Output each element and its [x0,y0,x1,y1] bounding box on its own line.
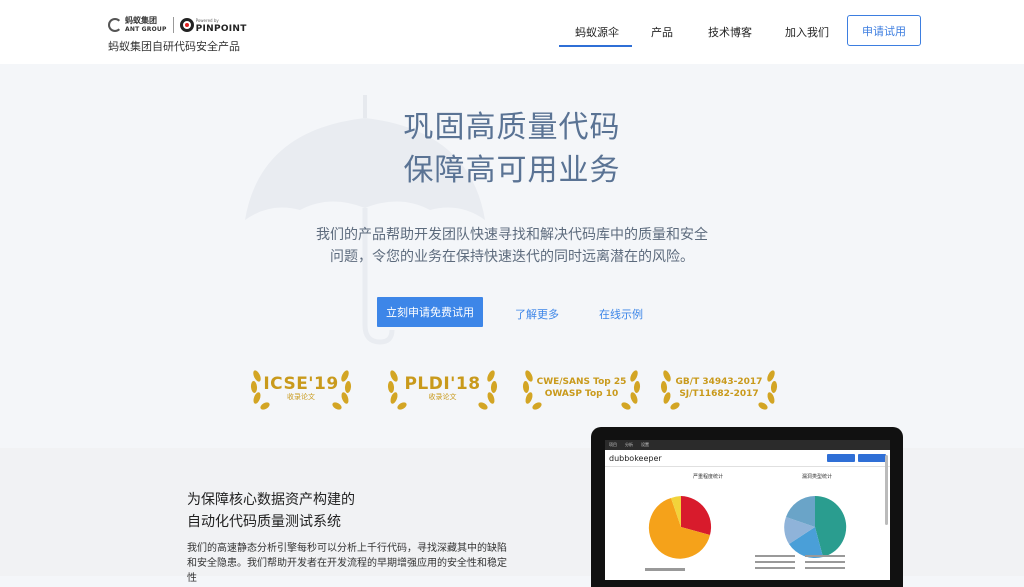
nav-item-home[interactable]: 蚂蚁源伞 [575,24,619,40]
badge-cwe: CWE/SANS Top 25 OWASP Top 10 [520,366,643,410]
brand-logo[interactable]: 蚂蚁集团 ANT GROUP Powered by PINPOINT 蚂蚁集团自… [108,16,247,54]
online-demo-link[interactable]: 在线示例 [599,306,643,322]
feature-title-line1: 为保障核心数据资产构建的 [187,492,355,508]
hero-description-line1: 我们的产品帮助开发团队快速寻找和解决代码库中的质量和安全 [316,227,708,243]
nav-active-indicator [559,45,632,47]
badge-cwe-line2: OWASP Top 10 [544,389,619,399]
nav-item-products[interactable]: 产品 [651,24,673,40]
logo-divider [172,17,174,33]
hero-title-line2: 保障高可用业务 [403,153,621,188]
free-trial-button[interactable]: 立刻申请免费试用 [377,297,483,327]
badge-gb-standard: GB/T 34943-2017 SJ/T11682-2017 [658,366,780,410]
top-header: 蚂蚁集团 ANT GROUP Powered by PINPOINT 蚂蚁集团自… [0,0,1024,64]
badge-cwe-line1: CWE/SANS Top 25 [536,377,627,387]
badge-icse: ICSE'19 收录论文 [248,366,354,410]
nav-item-join[interactable]: 加入我们 [785,24,829,40]
badge-icse-title: ICSE'19 [263,373,339,394]
hero-title-line1: 巩固高质量代码 [403,110,621,145]
product-screenshot: 项目 分析 设置 dubbokeeper 严重程度统计 漏洞类型统计 [605,440,890,580]
ant-group-logo-icon [108,18,122,32]
ant-logo-cn: 蚂蚁集团 [125,16,157,25]
pinpoint-logo-icon [179,18,194,32]
hero-description-line2: 问题，令您的业务在保持快速迭代的同时远离潜在的风险。 [330,249,694,265]
logo-subtitle: 蚂蚁集团自研代码安全产品 [108,40,240,53]
nav-item-blog[interactable]: 技术博客 [708,24,752,40]
badge-gb-line2: SJ/T11682-2017 [679,389,759,399]
badge-icse-sub: 收录论文 [287,392,315,401]
badge-pldi-title: PLDI'18 [404,373,481,394]
learn-more-link[interactable]: 了解更多 [515,306,559,322]
apply-trial-button[interactable]: 申请试用 [847,15,921,46]
badge-gb-line1: GB/T 34943-2017 [675,377,763,387]
screenshot-scrollbar [885,455,888,525]
badge-pldi-sub: 收录论文 [428,392,457,401]
ant-logo-en: ANT GROUP [125,26,167,33]
feature-title-line2: 自动化代码质量测试系统 [187,514,341,530]
badge-pldi: PLDI'18 收录论文 [385,366,500,410]
feature-description: 我们的高速静态分析引擎每秒可以分析上千行代码，寻找深藏其中的缺陷和安全隐患。我们… [187,543,507,584]
screenshot-pie-charts [645,495,847,571]
pinpoint-wordmark: PINPOINT [195,24,247,34]
